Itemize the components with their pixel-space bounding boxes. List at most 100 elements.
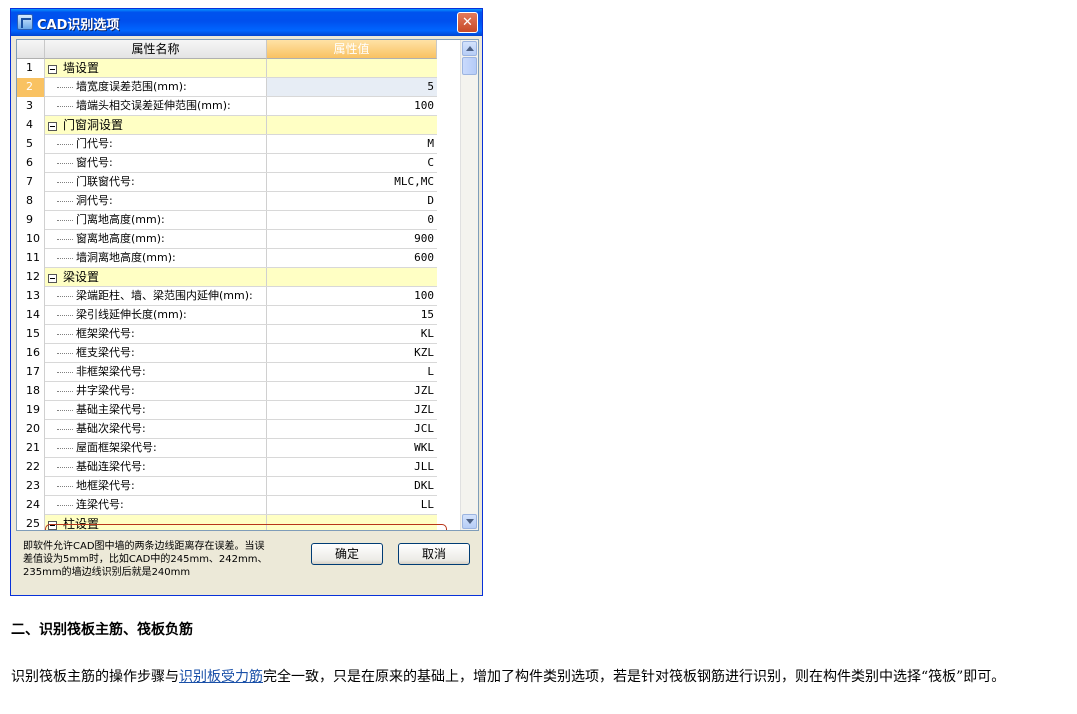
tree-line-icon (57, 447, 73, 449)
ok-button[interactable]: 确定 (311, 543, 383, 565)
property-value-cell[interactable]: L (267, 363, 437, 381)
scroll-thumb[interactable] (462, 57, 477, 75)
property-name-cell: 洞代号: (45, 192, 267, 210)
property-value-cell[interactable]: 5 (267, 78, 437, 96)
property-value-cell[interactable]: JZL (267, 382, 437, 400)
property-name-cell: 梁设置 (45, 268, 267, 286)
tree-line-icon (57, 200, 73, 202)
property-value-cell[interactable]: 900 (267, 230, 437, 248)
grid-row[interactable]: 9 门离地高度(mm): 0 (17, 211, 437, 230)
property-value-cell[interactable]: LL (267, 496, 437, 514)
tree-line-icon (57, 390, 73, 392)
scroll-up-button[interactable] (462, 41, 477, 56)
row-number: 22 (17, 458, 45, 477)
grid-group-row[interactable]: 1 墙设置 (17, 59, 437, 78)
collapse-icon[interactable] (48, 520, 57, 530)
grid-row[interactable]: 22 基础连梁代号: JLL (17, 458, 437, 477)
grid-row[interactable]: 3 墙端头相交误差延伸范围(mm): 100 (17, 97, 437, 116)
grid-row[interactable]: 8 洞代号: D (17, 192, 437, 211)
row-number: 9 (17, 211, 45, 230)
property-value-cell[interactable]: KL (267, 325, 437, 343)
property-value-cell[interactable]: JLL (267, 458, 437, 476)
property-value-cell[interactable]: JZL (267, 401, 437, 419)
title-bar[interactable]: CAD识别选项 ✕ (11, 9, 482, 36)
property-value-cell[interactable]: 100 (267, 97, 437, 115)
tree-line-icon (57, 238, 73, 240)
property-label: 框支梁代号: (76, 346, 135, 359)
property-value-cell[interactable]: KZL (267, 344, 437, 362)
property-name-cell: 墙洞离地高度(mm): (45, 249, 267, 267)
row-number: 4 (17, 116, 45, 135)
scroll-down-button[interactable] (462, 514, 477, 529)
grid-row[interactable]: 2 墙宽度误差范围(mm): 5 (17, 78, 437, 97)
property-value-cell[interactable]: D (267, 192, 437, 210)
property-value-cell[interactable]: JCL (267, 420, 437, 438)
grid-row[interactable]: 14 梁引线延伸长度(mm): 15 (17, 306, 437, 325)
grid-row[interactable]: 23 地框梁代号: DKL (17, 477, 437, 496)
grid-group-row[interactable]: 4 门窗洞设置 (17, 116, 437, 135)
grid-row[interactable]: 24 连梁代号: LL (17, 496, 437, 515)
tree-line-icon (57, 162, 73, 164)
close-button[interactable]: ✕ (457, 12, 478, 33)
cancel-button[interactable]: 取消 (398, 543, 470, 565)
collapse-icon[interactable] (48, 273, 57, 283)
property-value-cell (267, 515, 437, 530)
grid-row[interactable]: 19 基础主梁代号: JZL (17, 401, 437, 420)
tree-line-icon (57, 143, 73, 145)
grid-row[interactable]: 21 屋面框架梁代号: WKL (17, 439, 437, 458)
property-name-cell: 井字梁代号: (45, 382, 267, 400)
property-label: 井字梁代号: (76, 384, 135, 397)
property-value-cell[interactable]: 15 (267, 306, 437, 324)
vertical-scrollbar[interactable] (460, 40, 478, 530)
property-label: 窗代号: (76, 156, 113, 169)
grid-row[interactable]: 5 门代号: M (17, 135, 437, 154)
tree-line-icon (57, 352, 73, 354)
grid-group-row[interactable]: 12 梁设置 (17, 268, 437, 287)
grid-row[interactable]: 20 基础次梁代号: JCL (17, 420, 437, 439)
grid-row[interactable]: 7 门联窗代号: MLC,MC (17, 173, 437, 192)
header-property-value: 属性值 (267, 40, 437, 59)
property-value-cell (267, 59, 437, 77)
collapse-icon[interactable] (48, 121, 57, 131)
grid-row[interactable]: 6 窗代号: C (17, 154, 437, 173)
property-name-cell: 窗离地高度(mm): (45, 230, 267, 248)
property-value-cell[interactable]: C (267, 154, 437, 172)
property-name-cell: 框支梁代号: (45, 344, 267, 362)
property-value-cell[interactable]: WKL (267, 439, 437, 457)
link-identify-slab-rebar[interactable]: 识别板受力筋 (179, 669, 263, 685)
property-label: 基础主梁代号: (76, 403, 146, 416)
tree-line-icon (57, 409, 73, 411)
row-number: 24 (17, 496, 45, 515)
grid-row[interactable]: 17 非框架梁代号: L (17, 363, 437, 382)
property-value-cell[interactable]: 100 (267, 287, 437, 305)
row-number: 14 (17, 306, 45, 325)
grid-row[interactable]: 13 梁端距柱、墙、梁范围内延伸(mm): 100 (17, 287, 437, 306)
property-value-cell[interactable]: M (267, 135, 437, 153)
property-value-cell[interactable]: DKL (267, 477, 437, 495)
property-value-cell[interactable]: MLC,MC (267, 173, 437, 191)
property-value-cell[interactable]: 600 (267, 249, 437, 267)
tree-line-icon (57, 181, 73, 183)
cad-options-dialog: CAD识别选项 ✕ 属性名称 属性值 1 墙设置 2 墙宽度误差范围(mm): 5 3 墙端… (10, 8, 483, 596)
row-number: 21 (17, 439, 45, 458)
dialog-client: 属性名称 属性值 1 墙设置 2 墙宽度误差范围(mm): 5 3 墙端头相交误差延伸范围(… (14, 36, 479, 592)
collapse-icon[interactable] (48, 64, 57, 74)
property-value-cell[interactable]: 0 (267, 211, 437, 229)
tree-line-icon (57, 371, 73, 373)
grid-group-row[interactable]: 25 柱设置 (17, 515, 437, 530)
property-name-cell: 连梁代号: (45, 496, 267, 514)
property-name-cell: 地框梁代号: (45, 477, 267, 495)
article-paragraph: 识别筏板主筋的操作步骤与识别板受力筋完全一致，只是在原来的基础上，增加了构件类别… (11, 664, 1067, 691)
property-label: 门离地高度(mm): (76, 213, 165, 226)
grid-row[interactable]: 18 井字梁代号: JZL (17, 382, 437, 401)
grid-row[interactable]: 16 框支梁代号: KZL (17, 344, 437, 363)
grid-row[interactable]: 10 窗离地高度(mm): 900 (17, 230, 437, 249)
row-number: 15 (17, 325, 45, 344)
grid-row[interactable]: 15 框架梁代号: KL (17, 325, 437, 344)
property-name-cell: 门窗洞设置 (45, 116, 267, 134)
property-name-cell: 非框架梁代号: (45, 363, 267, 381)
grid-row[interactable]: 11 墙洞离地高度(mm): 600 (17, 249, 437, 268)
property-name-cell: 门联窗代号: (45, 173, 267, 191)
property-label: 梁端距柱、墙、梁范围内延伸(mm): (76, 289, 253, 302)
row-number: 5 (17, 135, 45, 154)
